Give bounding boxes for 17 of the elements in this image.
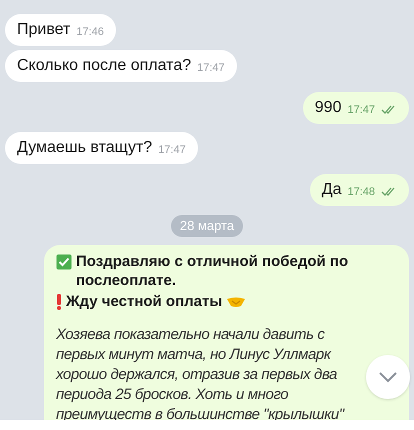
message-text: Да: [322, 180, 342, 200]
message-text: Думаешь втащут?: [17, 138, 152, 158]
message-time: 17:47: [197, 61, 225, 76]
message-text: Привет: [17, 20, 70, 40]
chevron-down-icon: [378, 371, 398, 383]
message-time: 17:47: [158, 143, 186, 158]
exclamation-icon: [56, 294, 62, 310]
check-mark-icon: [56, 254, 72, 270]
request-text: Жду честной оплаты: [66, 292, 222, 311]
message-time: 17:46: [76, 25, 104, 40]
message-text: Хозяева показательно начали давить с первых минут матча, но Линус Уллмарк хорошо держался, отразив за первых два периода 25 бросков. Хоть и много преимуществ в большинстве "крылышки": [56, 325, 346, 425]
message-text: 990: [314, 98, 342, 118]
message-time: 17:47: [347, 103, 375, 118]
date-label: 28 марта: [170, 215, 244, 237]
headline-text: Поздравляю с отличной победой по послеоплате.: [76, 252, 350, 290]
message-text: Сколько после оплата?: [17, 56, 192, 76]
message-time: 17:48: [347, 185, 375, 200]
